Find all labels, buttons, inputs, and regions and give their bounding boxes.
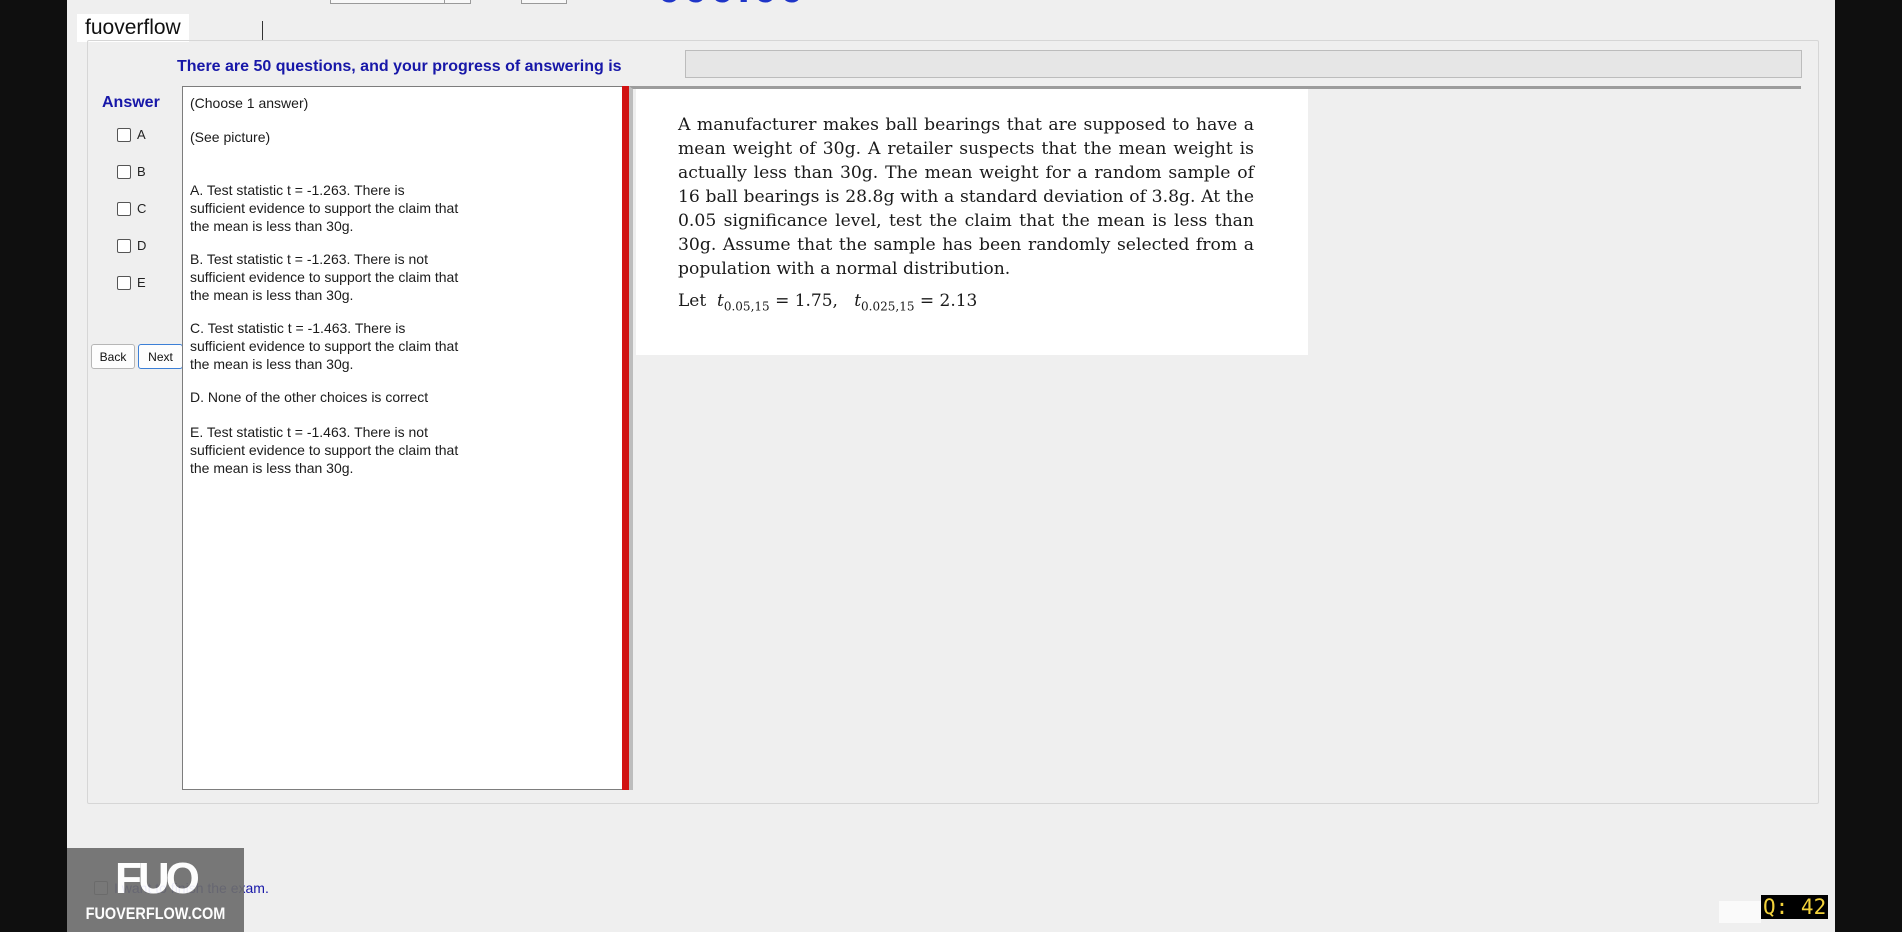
- option-e[interactable]: E: [117, 275, 146, 290]
- question-counter: Q: 42: [1761, 895, 1829, 919]
- top-button-fragment[interactable]: [521, 0, 567, 4]
- logo-mark: FUO: [115, 854, 200, 903]
- choose-instruction: (Choose 1 answer): [190, 95, 309, 111]
- checkbox-c[interactable]: [117, 201, 131, 216]
- t1-subscript: 0.05,15: [723, 299, 770, 314]
- exam-window: 000:00 fuoverflow There are 50 questions…: [67, 0, 1835, 932]
- checkbox-e[interactable]: [117, 275, 131, 290]
- question-image: A manufacturer makes ball bearings that …: [636, 89, 1308, 355]
- answer-header: Answer: [102, 94, 160, 111]
- option-b[interactable]: B: [117, 164, 146, 179]
- given-values: Let t0.05,15 = 1.75, t0.025,15 = 2.13: [678, 291, 977, 313]
- given-prefix: Let: [678, 291, 707, 311]
- option-d[interactable]: D: [117, 238, 146, 253]
- watermark-label: fuoverflow: [77, 14, 189, 42]
- fuoverflow-logo: FUO FUOVERFLOW.COM: [67, 848, 244, 932]
- choice-a-text: A. Test statistic t = -1.263. There is s…: [190, 182, 459, 234]
- t2-subscript: 0.025,15: [861, 299, 915, 314]
- option-a[interactable]: A: [117, 127, 146, 142]
- timer-display: 000:00: [657, 0, 806, 10]
- progress-text: There are 50 questions, and your progres…: [177, 58, 622, 75]
- see-picture-note: (See picture): [190, 129, 271, 145]
- t2-symbol: t: [854, 291, 862, 311]
- option-d-label: D: [137, 238, 147, 253]
- option-c-label: C: [137, 201, 147, 216]
- text-caret: [262, 21, 263, 41]
- t1-symbol: t: [717, 291, 724, 311]
- counter-backdrop: [1719, 901, 1761, 923]
- next-button[interactable]: Next: [138, 344, 183, 369]
- progress-bar: [685, 50, 1802, 78]
- checkbox-a[interactable]: [117, 127, 131, 142]
- logo-text: FUOVERFLOW.COM: [85, 904, 226, 923]
- checkbox-d[interactable]: [117, 238, 131, 253]
- panel-splitter[interactable]: [622, 86, 629, 790]
- question-text: A manufacturer makes ball bearings that …: [678, 115, 1254, 279]
- choice-b-text: B. Test statistic t = -1.263. There is n…: [190, 251, 459, 303]
- t2-value: = 2.13: [919, 291, 978, 311]
- option-a-label: A: [137, 127, 146, 142]
- t1-value: = 1.75,: [775, 291, 838, 311]
- dropdown-arrow-fragment[interactable]: [444, 0, 471, 4]
- choices-panel: (Choose 1 answer) (See picture) A. Test …: [182, 86, 622, 790]
- choice-d-text: D. None of the other choices is correct: [190, 389, 429, 405]
- choice-e-text: E. Test statistic t = -1.463. There is n…: [190, 424, 459, 476]
- checkbox-b[interactable]: [117, 164, 131, 179]
- option-e-label: E: [137, 275, 146, 290]
- back-button[interactable]: Back: [91, 344, 135, 369]
- option-c[interactable]: C: [117, 201, 146, 216]
- choice-c-text: C. Test statistic t = -1.463. There is s…: [190, 320, 459, 372]
- option-b-label: B: [137, 164, 146, 179]
